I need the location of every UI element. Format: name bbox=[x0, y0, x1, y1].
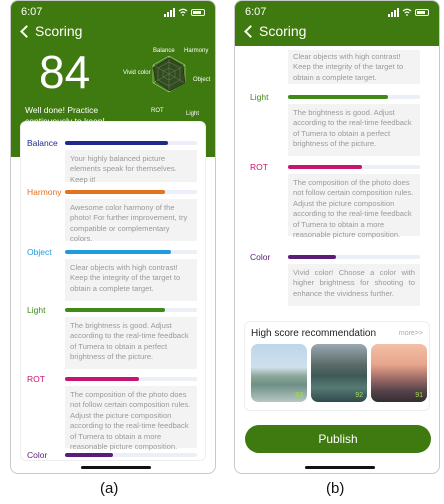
metric-track bbox=[65, 453, 197, 457]
caption-a: (a) bbox=[100, 480, 119, 497]
radar-shape bbox=[152, 57, 186, 92]
metric-label: Object bbox=[27, 247, 52, 257]
radar-label-harmony: Harmony bbox=[184, 48, 209, 54]
photo-score: 92 bbox=[355, 392, 363, 399]
metric-label: ROT bbox=[250, 162, 268, 172]
metric-description: Awesome color harmony of the photo! For … bbox=[65, 199, 197, 243]
metric-bar bbox=[65, 141, 168, 145]
recommended-photo[interactable]: 92 bbox=[311, 344, 367, 402]
more-link[interactable]: more>> bbox=[399, 330, 423, 337]
battery-icon bbox=[191, 8, 205, 16]
metric-description: Clear objects with high contrast! Keep t… bbox=[65, 259, 197, 301]
metric-bar bbox=[288, 95, 389, 99]
battery-icon bbox=[415, 8, 429, 16]
wifi-icon bbox=[178, 8, 188, 16]
status-time: 6:07 bbox=[21, 6, 43, 18]
metric-description: Clear objects with high contrast! Keep t… bbox=[288, 50, 420, 84]
metric-description: Vivid color! Choose a color with higher … bbox=[288, 264, 420, 306]
radar-grid bbox=[152, 55, 186, 93]
metric-track bbox=[288, 165, 420, 169]
metric-description: The brightness is good. Adjust according… bbox=[288, 104, 420, 156]
metric-label: ROT bbox=[27, 374, 45, 384]
status-icons bbox=[388, 7, 429, 17]
recommended-photo[interactable]: 93 bbox=[251, 344, 307, 402]
radar-label-object: Object bbox=[193, 77, 211, 83]
metric-bar bbox=[65, 190, 166, 194]
status-bar: 6:07 bbox=[245, 5, 429, 19]
metric-track bbox=[65, 250, 197, 254]
metric-label: Light bbox=[27, 305, 46, 315]
metrics-card: Balance Your highly balanced picture ele… bbox=[20, 121, 206, 461]
chevron-left-icon bbox=[20, 24, 33, 38]
photo-score: 91 bbox=[415, 392, 423, 399]
recommended-photo[interactable]: 91 bbox=[371, 344, 427, 402]
metric-track bbox=[288, 255, 420, 259]
metric-label: Balance bbox=[27, 138, 58, 148]
metric-track bbox=[288, 95, 420, 99]
recommendation-title: High score recommendation bbox=[251, 328, 377, 339]
header-panel: 6:07 Scoring bbox=[235, 1, 439, 46]
metric-label: Harmony bbox=[27, 187, 62, 197]
chevron-left-icon bbox=[244, 24, 257, 38]
caption-b: (b) bbox=[326, 480, 345, 497]
status-bar: 6:07 bbox=[21, 5, 205, 19]
metrics-card-scrolled: Clear objects with high contrast! Keep t… bbox=[244, 46, 430, 314]
status-icons bbox=[164, 7, 205, 17]
metric-track bbox=[65, 190, 197, 194]
metric-track bbox=[65, 308, 197, 312]
signal-icon bbox=[164, 7, 175, 17]
wifi-icon bbox=[402, 8, 412, 16]
metric-track bbox=[65, 377, 197, 381]
metric-description: The composition of the photo does not fo… bbox=[288, 174, 420, 239]
metric-bar bbox=[65, 308, 166, 312]
metric-track bbox=[65, 141, 197, 145]
metric-bar bbox=[65, 250, 171, 254]
home-indicator[interactable] bbox=[81, 466, 151, 469]
metric-label: Color bbox=[250, 252, 271, 262]
score-value: 84 bbox=[39, 46, 91, 98]
status-time: 6:07 bbox=[245, 6, 267, 18]
metric-description: The brightness is good. Adjust according… bbox=[65, 317, 197, 369]
metric-bar bbox=[288, 255, 336, 259]
page-title: Scoring bbox=[35, 23, 83, 39]
photo-score: 93 bbox=[295, 392, 303, 399]
metric-label: Color bbox=[27, 450, 48, 460]
recommendation-panel: High score recommendation more>> 93 92 9… bbox=[244, 321, 430, 411]
back-button[interactable]: Scoring bbox=[19, 23, 82, 39]
metric-description: The composition of the photo does not fo… bbox=[65, 386, 197, 451]
metric-bar bbox=[288, 165, 362, 169]
signal-icon bbox=[388, 7, 399, 17]
radar-label-vivid: Vivid color bbox=[123, 70, 151, 76]
radar-label-balance: Balance bbox=[153, 48, 175, 54]
radar-chart: Balance Harmony Vivid color Object ROT L… bbox=[123, 46, 215, 120]
phone-screen-a: 6:07 Scoring 84 Well done! Practice cont… bbox=[10, 0, 216, 474]
page-title: Scoring bbox=[259, 23, 307, 39]
home-indicator[interactable] bbox=[305, 466, 375, 469]
radar-label-rot: ROT bbox=[151, 108, 164, 114]
phone-screen-b: 6:07 Scoring Clear objects with high con… bbox=[234, 0, 440, 474]
back-button[interactable]: Scoring bbox=[243, 23, 306, 39]
metric-description: Your highly balanced picture elements sp… bbox=[65, 150, 197, 184]
publish-button[interactable]: Publish bbox=[245, 425, 431, 453]
radar-label-light: Light bbox=[186, 111, 200, 117]
metric-label: Light bbox=[250, 92, 269, 102]
metric-bar bbox=[65, 377, 139, 381]
metric-bar bbox=[65, 453, 113, 457]
